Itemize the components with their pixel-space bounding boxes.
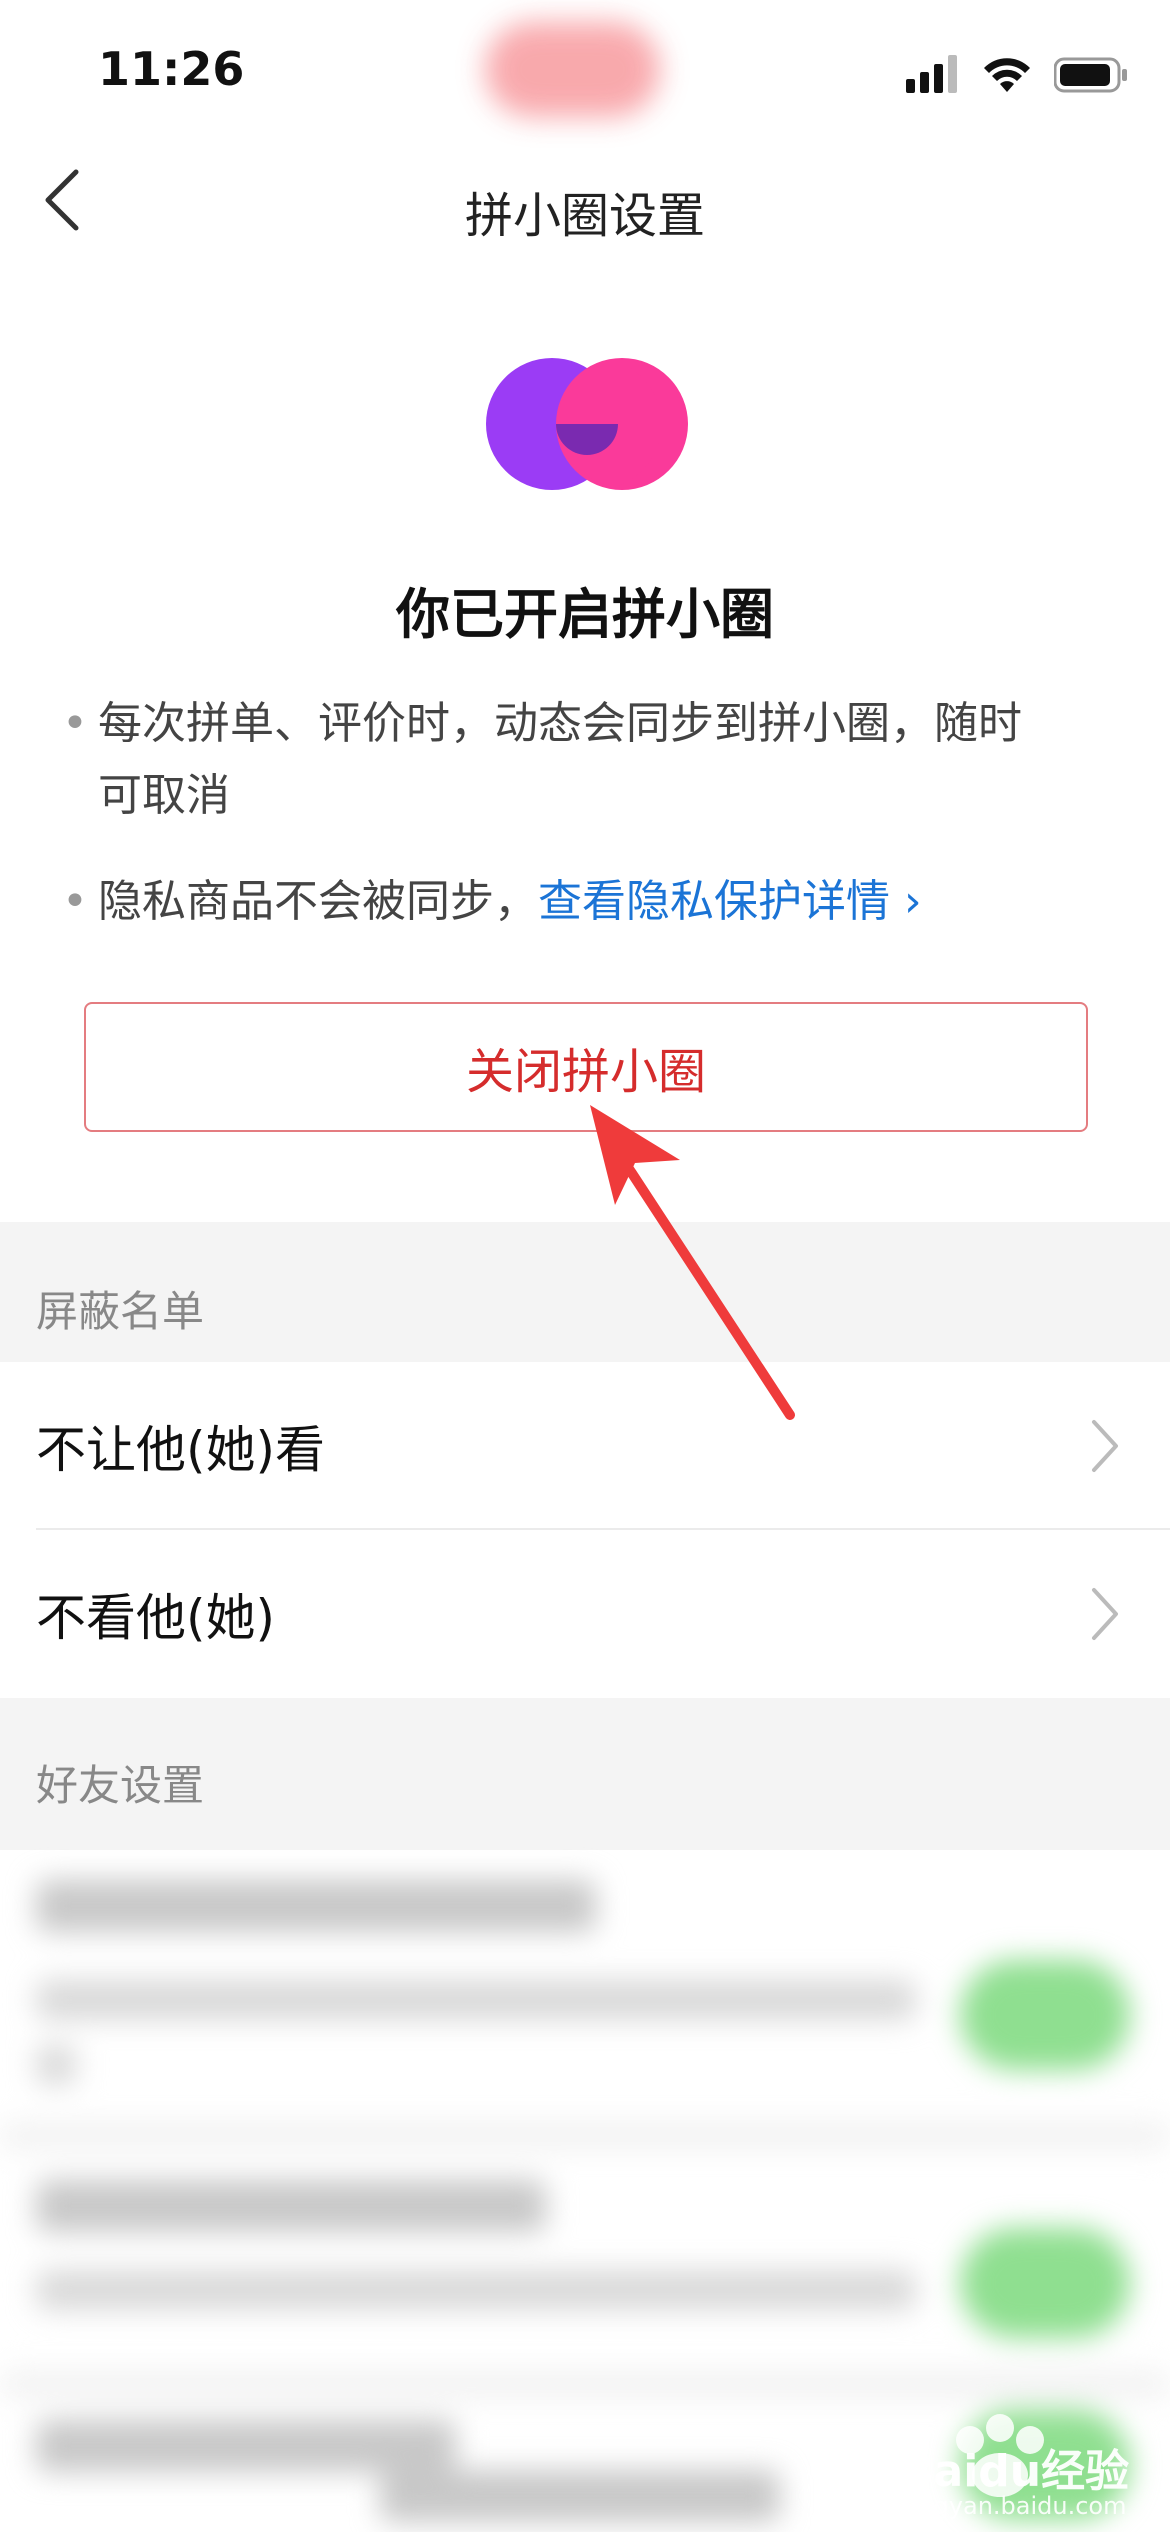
wifi-icon xyxy=(984,58,1030,92)
block-list-header: 屏蔽名单 xyxy=(36,1287,205,1336)
row-dont-see-label: 不看他(她) xyxy=(36,1589,276,1647)
status-time: 11:26 xyxy=(98,42,245,96)
bullet-sync-line1: 每次拼单、评价时，动态会同步到拼小圈，随时 xyxy=(98,698,1022,749)
chevron-right-icon xyxy=(1092,1588,1118,1640)
row-dont-see[interactable]: 不看他(她) xyxy=(0,1530,1170,1698)
toggle-switch[interactable] xyxy=(960,2228,1130,2338)
status-heading: 你已开启拼小圈 xyxy=(396,583,774,646)
status-icons xyxy=(906,50,1128,100)
bullet-dot: • xyxy=(62,876,88,927)
bullet-sync-line2: 可取消 xyxy=(98,770,230,821)
cellular-signal-icon xyxy=(906,55,957,93)
friend-settings-header: 好友设置 xyxy=(36,1761,205,1810)
status-notification-pill xyxy=(485,22,660,117)
chevron-right-icon xyxy=(1092,1420,1118,1472)
bullet-dot: • xyxy=(62,698,88,749)
privacy-details-link[interactable]: 查看隐私保护详情 › xyxy=(538,876,922,927)
toggle-switch[interactable] xyxy=(960,1960,1130,2070)
watermark-subtext: jingyan.baidu.com xyxy=(905,2492,1127,2520)
battery-icon xyxy=(1054,57,1127,93)
bullet-privacy-info: • 隐私商品不会被同步，查看隐私保护详情 › xyxy=(62,866,1122,938)
annotation-arrow xyxy=(590,1105,795,1420)
page-title: 拼小圈设置 xyxy=(464,188,705,244)
bullet-sync-info: • 每次拼单、评价时，动态会同步到拼小圈，随时 可取消 xyxy=(62,688,1122,832)
privacy-text: 隐私商品不会被同步， xyxy=(98,876,538,927)
watermark-text: Baidu经验 xyxy=(900,2446,1130,2497)
pinxiaoquan-logo xyxy=(486,358,688,490)
